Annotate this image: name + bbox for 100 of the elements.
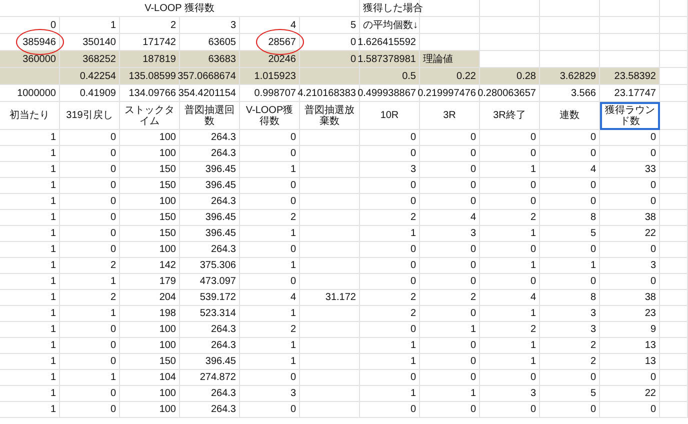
column-header[interactable]: 普図抽選放棄数 [300,102,360,130]
column-header[interactable]: V-LOOP獲得数 [240,102,300,130]
table-cell-text: 1 [290,259,296,273]
table-cell-text: 0 [530,371,536,385]
column-header[interactable]: 普図抽選回数 [180,102,240,130]
table-cell-text: 1 [50,275,56,289]
table-cell-text: 0 [590,243,596,257]
table-cell-text: 3 [290,387,296,401]
table-cell-text: 0 [470,243,476,257]
empty-cell [600,17,660,34]
table-cell-text: 1 [530,307,536,321]
table-cell-text: 0 [410,179,416,193]
empty-cell [660,51,688,68]
table-cell-text: 0 [110,211,116,225]
table-cell-text: 0 [410,259,416,273]
column-header[interactable]: 10R [360,102,420,130]
table-cell-text: 2 [470,291,476,305]
empty-cell [660,0,688,17]
column-header[interactable]: 初当たり [0,102,60,130]
column-header[interactable]: 3R [420,102,480,130]
table-cell-text: 2 [110,259,116,273]
table-cell-text: 1 [590,259,596,273]
table-cell-text: 5 [590,227,596,241]
table-cell-text: 8 [590,291,596,305]
table-cell-text: 0 [410,195,416,209]
table-cell-text: 22 [644,387,656,401]
table-cell-text: 1 [50,195,56,209]
table-cell-text: 33 [644,163,656,177]
table-cell-text: 1 [290,339,296,353]
cell-text: 360000 [22,52,56,66]
table-cell-text: 0 [110,387,116,401]
cell-text: 0.280063657 [478,86,536,100]
table-cell-text: 1 [50,307,56,321]
cell-text: 4 [290,18,296,32]
table-cell-text: 150 [159,211,176,225]
cell-text: 1 [110,18,116,32]
table-cell-text: 0 [110,147,116,161]
table-cell-text: 1 [50,211,56,225]
table-cell-text: 0 [110,179,116,193]
table-cell-text: 0 [290,179,296,193]
table-cell-text: 264.3 [210,339,236,353]
table-cell-text: 38 [644,211,656,225]
table-cell-text: 22 [644,227,656,241]
cell-text: 0.22 [456,70,476,84]
column-header[interactable]: 3R終了 [480,102,540,130]
table-cell-text: 100 [159,403,176,417]
table-cell-text: 0 [530,131,536,145]
column-header[interactable]: 連数 [540,102,600,130]
cell-text: 獲得した場合 [363,2,423,16]
table-cell-text: 100 [159,243,176,257]
table-cell-text: 0 [590,275,596,289]
table-cell-text: 0 [530,147,536,161]
cell-text: 0.42254 [80,70,116,84]
table-cell-text: 179 [159,275,176,289]
cell-text: 0.998707 [254,86,296,100]
cell-text: 1000000 [17,86,56,100]
table-cell-text: 264.3 [210,131,236,145]
table-cell-text: 0 [110,131,116,145]
table-cell-text: 274.872 [200,371,236,385]
table-cell-text: 38 [644,291,656,305]
table-cell-text: 0 [530,179,536,193]
table-cell-text: 0 [470,371,476,385]
table-cell-text: 0 [530,275,536,289]
cell-text: 134.09766 [128,86,176,100]
table-cell-text: 100 [159,147,176,161]
cell-text: 368252 [82,52,116,66]
table-cell-text: 0 [410,243,416,257]
table-cell-text: 100 [159,131,176,145]
column-header[interactable]: 319引戻し [60,102,120,130]
empty-cell [660,102,688,130]
table-cell-text: 0 [650,179,656,193]
table-cell-text: 0 [650,147,656,161]
table-cell-text: 523.314 [200,307,236,321]
table-cell-text: 264.3 [210,147,236,161]
table-cell-text: 396.45 [205,211,236,225]
cell-text: 23.17747 [614,86,656,100]
table-cell-text: 0 [590,179,596,193]
table-cell-text: 0 [650,371,656,385]
table-cell-text: 2 [110,291,116,305]
table-cell-text: 1 [410,227,416,241]
table-cell-text: 104 [159,371,176,385]
table-cell-text: 1 [530,163,536,177]
column-header[interactable]: 獲得ラウンド数 [600,102,660,130]
table-cell-text: 2 [530,323,536,337]
table-cell-text: 3 [530,387,536,401]
table-cell-text: 3 [590,307,596,321]
empty-cell [480,0,540,17]
cell-text: 0.28 [516,70,536,84]
table-cell-text: 2 [590,355,596,369]
table-cell-text: 3 [470,227,476,241]
table-cell-text: 4 [530,291,536,305]
table-cell-text: 396.45 [205,163,236,177]
table-cell-text: 539.172 [200,291,236,305]
table-cell-text: 0 [470,339,476,353]
table-cell-text: 0 [650,131,656,145]
cell-text: 20246 [268,52,296,66]
table-cell-text: 1 [50,355,56,369]
column-header[interactable]: ストックタイム [120,102,180,130]
table-cell-text: 13 [644,355,656,369]
table-cell-text: 0 [590,147,596,161]
